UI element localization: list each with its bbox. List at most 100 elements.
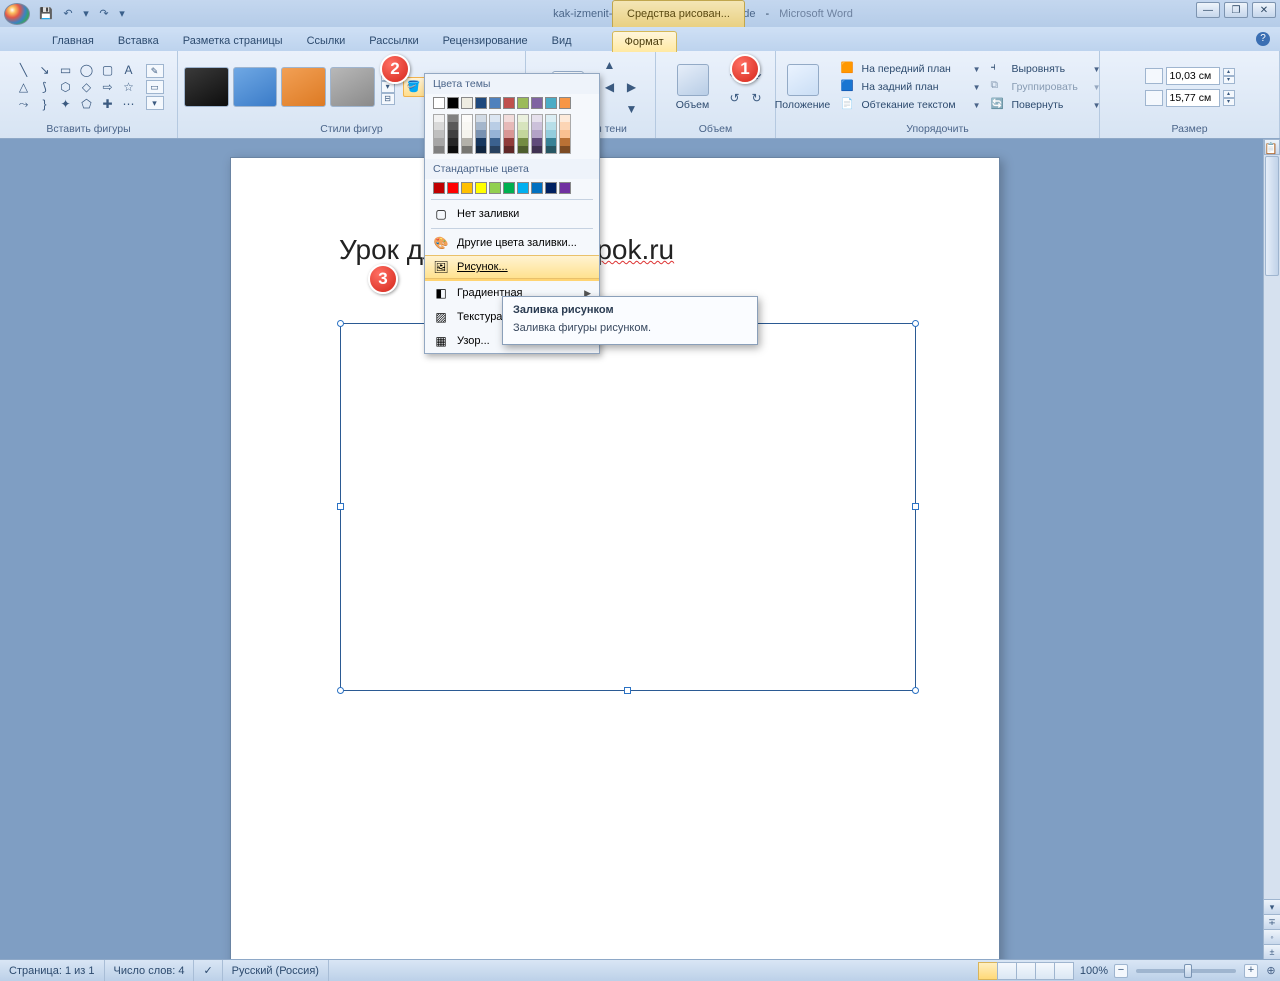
color-swatch[interactable] xyxy=(433,130,445,138)
color-swatch[interactable] xyxy=(489,114,501,122)
shape-arrow-icon[interactable]: ↘ xyxy=(35,62,55,78)
3d-effects-button[interactable]: Объем xyxy=(665,55,721,119)
color-swatch[interactable] xyxy=(433,122,445,130)
color-swatch[interactable] xyxy=(475,182,487,194)
document-viewport[interactable]: Урок для сайта compok.ru xyxy=(0,139,1263,959)
color-swatch[interactable] xyxy=(531,114,543,122)
help-icon[interactable]: ? xyxy=(1256,32,1270,46)
color-swatch[interactable] xyxy=(433,182,445,194)
style-swatch-gray[interactable] xyxy=(330,67,375,107)
status-word-count[interactable]: Число слов: 4 xyxy=(105,960,195,981)
shape-chevron-icon[interactable]: ⬠ xyxy=(77,96,97,112)
color-swatch[interactable] xyxy=(461,146,473,154)
color-swatch[interactable] xyxy=(447,122,459,130)
shape-plus-icon[interactable]: ✚ xyxy=(98,96,118,112)
color-swatch[interactable] xyxy=(489,182,501,194)
shape-curve-icon[interactable]: ⟆ xyxy=(35,79,55,95)
style-swatch-blue[interactable] xyxy=(233,67,278,107)
color-swatch[interactable] xyxy=(503,122,515,130)
color-swatch[interactable] xyxy=(503,146,515,154)
shapes-gallery[interactable]: ╲↘▭◯▢A △⟆⬡◇⇨☆ ⤳}✦⬠✚⋯ xyxy=(14,62,139,112)
view-outline-icon[interactable] xyxy=(1035,962,1055,980)
shape-callout-icon[interactable]: ✦ xyxy=(56,96,76,112)
color-swatch[interactable] xyxy=(559,146,571,154)
shapes-more-icon[interactable]: ▾ xyxy=(146,96,164,110)
height-up-icon[interactable]: ▴ xyxy=(1223,68,1235,76)
color-swatch[interactable] xyxy=(545,97,557,109)
width-up-icon[interactable]: ▴ xyxy=(1223,90,1235,98)
color-swatch[interactable] xyxy=(433,114,445,122)
color-swatch[interactable] xyxy=(531,138,543,146)
width-down-icon[interactable]: ▾ xyxy=(1223,98,1235,106)
color-swatch[interactable] xyxy=(461,182,473,194)
textbox-icon[interactable]: ▭ xyxy=(146,80,164,94)
color-swatch[interactable] xyxy=(489,130,501,138)
color-swatch[interactable] xyxy=(545,122,557,130)
tilt-right-icon[interactable]: ↻ xyxy=(747,88,767,108)
maximize-button[interactable]: ❐ xyxy=(1224,2,1248,18)
color-swatch[interactable] xyxy=(545,138,557,146)
shape-diamond-icon[interactable]: ◇ xyxy=(77,79,97,95)
group-button[interactable]: ⧉Группировать▼ xyxy=(991,79,1101,95)
shape-roundrect-icon[interactable]: ▢ xyxy=(98,62,118,78)
color-swatch[interactable] xyxy=(559,130,571,138)
color-swatch[interactable] xyxy=(433,97,445,109)
color-swatch[interactable] xyxy=(517,122,529,130)
color-swatch[interactable] xyxy=(517,138,529,146)
resize-handle-l[interactable] xyxy=(337,503,344,510)
color-swatch[interactable] xyxy=(503,130,515,138)
document-page[interactable]: Урок для сайта compok.ru xyxy=(230,157,1000,959)
chevron-down-icon[interactable]: ▼ xyxy=(973,65,981,74)
rotate-button[interactable]: 🔄Повернуть▼ xyxy=(991,97,1101,113)
color-swatch[interactable] xyxy=(545,130,557,138)
color-swatch[interactable] xyxy=(531,146,543,154)
color-swatch[interactable] xyxy=(559,138,571,146)
shape-connector-icon[interactable]: ⤳ xyxy=(14,96,34,112)
scroll-thumb[interactable] xyxy=(1265,156,1279,276)
view-draft-icon[interactable] xyxy=(1054,962,1074,980)
status-language[interactable]: Русский (Россия) xyxy=(223,960,329,981)
qat-undo-icon[interactable]: ↶ xyxy=(58,4,78,24)
color-swatch[interactable] xyxy=(489,146,501,154)
color-swatch[interactable] xyxy=(503,182,515,194)
color-swatch[interactable] xyxy=(461,130,473,138)
prev-page-icon[interactable]: ∓ xyxy=(1264,914,1280,929)
style-more-icon[interactable]: ⊟ xyxy=(381,93,395,105)
color-swatch[interactable] xyxy=(489,122,501,130)
shape-rect-icon[interactable]: ▭ xyxy=(56,62,76,78)
color-swatch[interactable] xyxy=(461,114,473,122)
tab-format[interactable]: Формат xyxy=(612,31,677,52)
tab-insert[interactable]: Вставка xyxy=(106,31,171,51)
color-swatch[interactable] xyxy=(503,97,515,109)
close-button[interactable]: ✕ xyxy=(1252,2,1276,18)
color-swatch[interactable] xyxy=(433,138,445,146)
vertical-scrollbar[interactable]: ▴ ▾ ∓ ◦ ± xyxy=(1263,139,1280,959)
shape-arrowblock-icon[interactable]: ⇨ xyxy=(98,79,118,95)
color-swatch[interactable] xyxy=(531,97,543,109)
tilt-left-icon[interactable]: ↺ xyxy=(725,88,745,108)
color-swatch[interactable] xyxy=(447,114,459,122)
office-button[interactable] xyxy=(4,3,30,25)
style-swatch-black[interactable] xyxy=(184,67,229,107)
shape-line-icon[interactable]: ╲ xyxy=(14,62,34,78)
tab-mailings[interactable]: Рассылки xyxy=(357,31,430,51)
status-proofing[interactable]: ✓ xyxy=(194,960,222,981)
align-button[interactable]: ⫞Выровнять▼ xyxy=(991,61,1101,77)
view-print-layout-icon[interactable] xyxy=(978,962,998,980)
color-swatch[interactable] xyxy=(475,114,487,122)
text-wrap-button[interactable]: 📄Обтекание текстом▼ xyxy=(841,97,981,113)
resize-handle-bl[interactable] xyxy=(337,687,344,694)
chevron-down-icon[interactable]: ▼ xyxy=(973,83,981,92)
tab-page-layout[interactable]: Разметка страницы xyxy=(171,31,295,51)
tab-references[interactable]: Ссылки xyxy=(295,31,358,51)
color-swatch[interactable] xyxy=(517,146,529,154)
shape-triangle-icon[interactable]: △ xyxy=(14,79,34,95)
shape-oval-icon[interactable]: ◯ xyxy=(77,62,97,78)
color-swatch[interactable] xyxy=(545,114,557,122)
send-to-back-button[interactable]: 🟦На задний план▼ xyxy=(841,79,981,95)
color-swatch[interactable] xyxy=(517,130,529,138)
color-swatch[interactable] xyxy=(517,114,529,122)
zoom-level[interactable]: 100% xyxy=(1080,965,1108,977)
shape-star-icon[interactable]: ☆ xyxy=(119,79,139,95)
nudge-up-icon[interactable]: ▲ xyxy=(600,55,620,75)
